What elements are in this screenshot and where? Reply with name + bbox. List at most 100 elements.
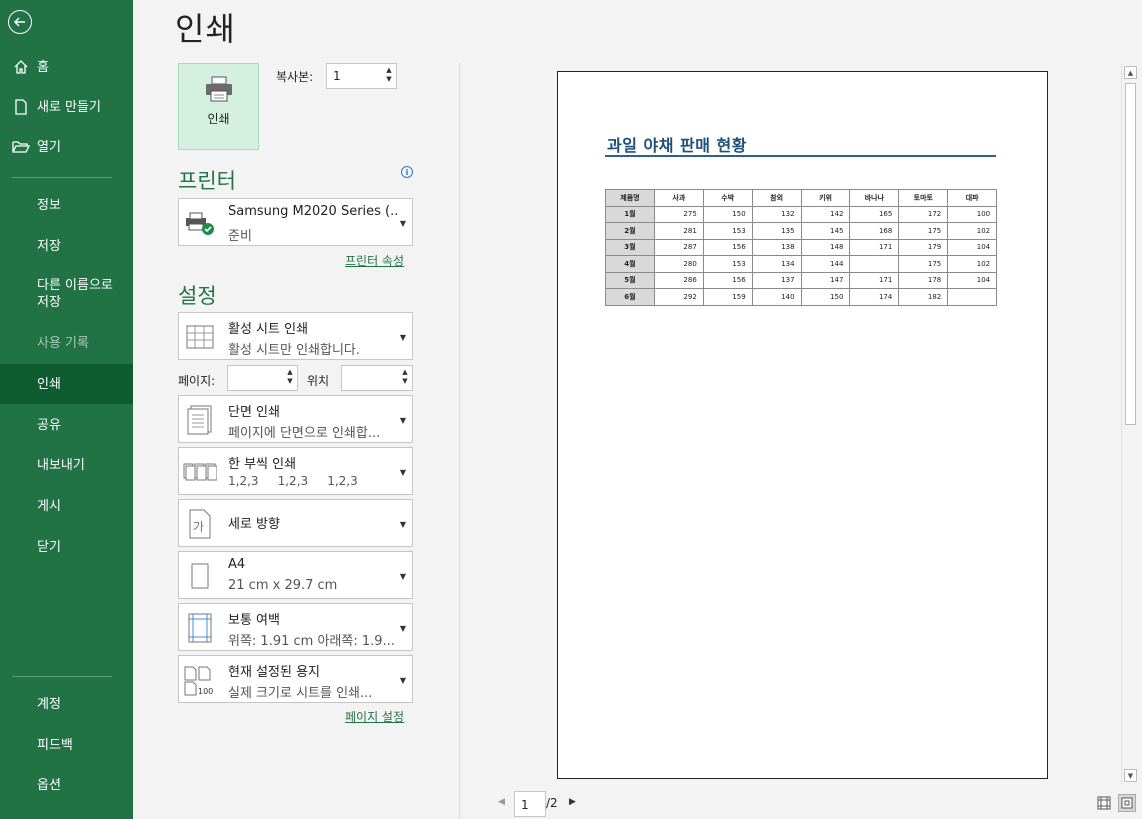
table-cell: 281	[653, 222, 704, 240]
chevron-down-icon: ▼	[399, 520, 406, 529]
printer-dropdown[interactable]: Samsung M2020 Series (... 준비 ▼	[178, 198, 413, 246]
sidebar-item-share[interactable]: 공유	[0, 415, 133, 435]
next-page-icon[interactable]: ▶	[569, 797, 576, 807]
column-header: 대파	[947, 189, 998, 207]
print-what-dropdown[interactable]: 활성 시트 인쇄 활성 시트만 인쇄합니다. ▼	[178, 312, 413, 360]
scroll-up-icon[interactable]: ▲	[1124, 66, 1137, 79]
print-button[interactable]: 인쇄	[178, 63, 259, 150]
copies-spinbox[interactable]: 1 ▲ ▼	[326, 63, 397, 89]
sidebar-item-print[interactable]: 인쇄	[0, 364, 133, 404]
current-page-input[interactable]: 1	[514, 791, 546, 817]
printer-status: 준비	[228, 229, 252, 244]
paper-size-icon	[183, 559, 217, 593]
table-cell: 100	[947, 205, 998, 223]
sidebar-item-home[interactable]: 홈	[0, 57, 133, 77]
sidebar-item-label: 피드백	[37, 737, 73, 753]
scrollbar-thumb[interactable]	[1125, 83, 1136, 425]
sidebar-item-label: 인쇄	[37, 376, 61, 392]
column-header: 키위	[800, 189, 851, 207]
sidebar-item-save[interactable]: 저장	[0, 236, 133, 256]
sidebar-item-export[interactable]: 내보내기	[0, 455, 133, 475]
table-cell: 150	[702, 205, 753, 223]
sidebar-item-label: 내보내기	[37, 457, 85, 473]
chevron-down-icon: ▼	[399, 333, 406, 342]
table-cell: 156	[702, 271, 753, 289]
chevron-down-icon: ▼	[399, 416, 406, 425]
printer-section-title: 프린터	[178, 169, 236, 193]
table-cell: 174	[849, 288, 900, 306]
sidebar-item-label: 사용 기록	[37, 335, 89, 351]
sidebar-item-publish[interactable]: 게시	[0, 496, 133, 516]
margins-icon	[183, 611, 217, 645]
collate-title: 한 부씩 인쇄	[228, 457, 297, 472]
table-cell: 171	[849, 271, 900, 289]
table-row: 2월 281 153 135 145 168 175 102	[605, 222, 998, 240]
table-cell: 104	[947, 271, 998, 289]
table-cell: 178	[898, 271, 949, 289]
table-cell: 153	[702, 222, 753, 240]
row-header: 4월	[605, 255, 655, 273]
previous-page-icon[interactable]: ◀	[498, 797, 505, 807]
table-cell: 179	[898, 238, 949, 256]
sidebar-item-open[interactable]: 열기	[0, 137, 133, 157]
table-cell: 287	[653, 238, 704, 256]
svg-text:100: 100	[198, 687, 213, 696]
total-pages: /2	[546, 796, 558, 810]
page-title: 인쇄	[175, 10, 236, 48]
paper-size-dropdown[interactable]: A4 21 cm x 29.7 cm ▼	[178, 551, 413, 599]
table-cell: 165	[849, 205, 900, 223]
sidebar-item-account[interactable]: 계정	[0, 694, 133, 714]
sidebar-item-options[interactable]: 옵션	[0, 775, 133, 795]
sidebar-item-label: 옵션	[37, 777, 61, 793]
scaling-dropdown[interactable]: 100 현재 설정된 용지 실제 크기로 시트를 인쇄... ▼	[178, 655, 413, 703]
sidebar-item-feedback[interactable]: 피드백	[0, 735, 133, 755]
sidebar-divider	[12, 676, 112, 677]
sidebar-item-label: 다른 이름으로 저장	[37, 277, 113, 311]
page-setup-link[interactable]: 페이지 설정	[345, 708, 404, 725]
column-header: 수박	[702, 189, 753, 207]
spin-arrows-icon[interactable]: ▲ ▼	[400, 368, 410, 388]
sidebar-item-info[interactable]: 정보	[0, 195, 133, 215]
sidebar-item-label: 닫기	[37, 539, 61, 555]
sidebar-item-close[interactable]: 닫기	[0, 537, 133, 557]
printer-ready-icon	[183, 206, 217, 240]
copies-value: 1	[333, 69, 341, 83]
sidebar-item-save-as[interactable]: 다른 이름으로 저장	[0, 277, 133, 313]
scroll-down-icon[interactable]: ▼	[1124, 769, 1137, 782]
table-cell: 142	[800, 205, 851, 223]
info-icon[interactable]: i	[401, 166, 413, 178]
orientation-dropdown[interactable]: 가 세로 방향 ▼	[178, 499, 413, 547]
column-header: 사과	[653, 189, 704, 207]
sidebar-item-label: 공유	[37, 417, 61, 433]
table-cell: 150	[800, 288, 851, 306]
zoom-to-page-icon[interactable]	[1118, 794, 1136, 812]
table-cell: 148	[800, 238, 851, 256]
show-margins-icon[interactable]	[1095, 794, 1113, 812]
printer-icon	[204, 76, 234, 106]
spin-arrows-icon[interactable]: ▲ ▼	[285, 368, 295, 388]
table-cell: 171	[849, 238, 900, 256]
collate-dropdown[interactable]: 한 부씩 인쇄 1,2,3 1,2,3 1,2,3 ▼	[178, 447, 413, 495]
pages-to-spinbox[interactable]: ▲ ▼	[341, 365, 413, 391]
print-panel: 인쇄 인쇄 복사본: 1 ▲ ▼ 프린터 i Samsung M2020 Ser…	[133, 0, 1140, 819]
sides-dropdown[interactable]: 단면 인쇄 페이지에 단면으로 인쇄합... ▼	[178, 395, 413, 443]
save-as-line-2: 저장	[37, 295, 61, 310]
row-header: 2월	[605, 222, 655, 240]
chevron-down-icon: ▼	[399, 219, 406, 228]
new-document-icon	[12, 98, 30, 116]
table-header-row: 제품명 사과 수박 참외 키위 바나나 토마토 대파	[605, 189, 998, 207]
pages-from-spinbox[interactable]: ▲ ▼	[227, 365, 298, 391]
sidebar-item-label: 계정	[37, 696, 61, 712]
margins-dropdown[interactable]: 보통 여백 위쪽: 1.91 cm 아래쪽: 1.9... ▼	[178, 603, 413, 651]
margins-desc: 위쪽: 1.91 cm 아래쪽: 1.9...	[228, 634, 395, 649]
printer-properties-link[interactable]: 프린터 속성	[345, 252, 404, 269]
sidebar-item-new[interactable]: 새로 만들기	[0, 97, 133, 117]
one-sided-icon	[183, 403, 217, 437]
spin-arrows-icon[interactable]: ▲ ▼	[384, 66, 394, 86]
preview-scrollbar[interactable]: ▲ ▼	[1121, 63, 1138, 787]
chevron-down-icon: ▼	[399, 468, 406, 477]
row-header: 1월	[605, 205, 655, 223]
chevron-down-icon: ▼	[399, 676, 406, 685]
back-arrow-icon[interactable]	[8, 10, 32, 34]
print-what-desc: 활성 시트만 인쇄합니다.	[228, 343, 360, 358]
